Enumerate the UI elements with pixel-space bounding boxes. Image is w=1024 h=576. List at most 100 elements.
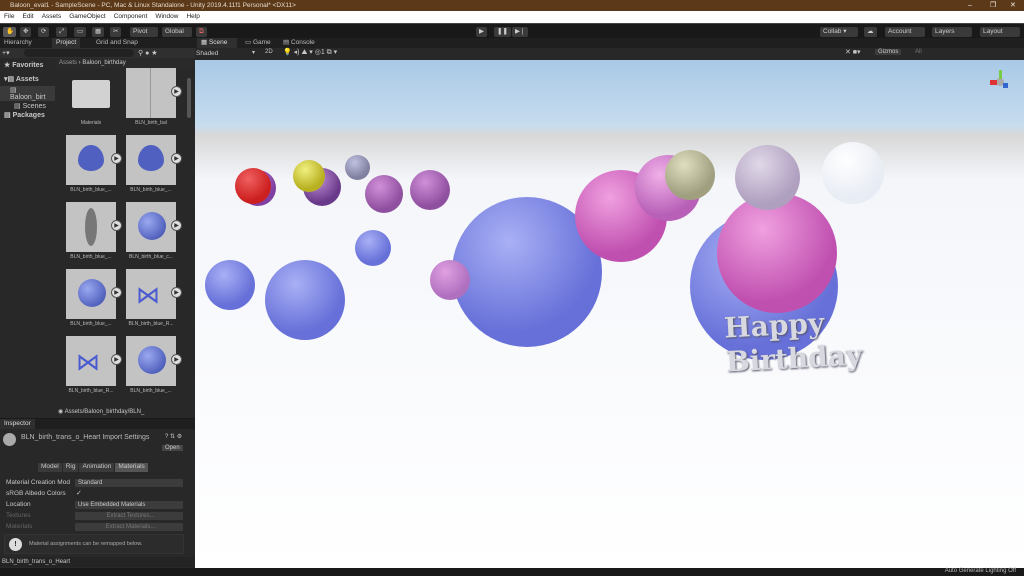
asset-thumbnail[interactable]: ▶ [126, 202, 182, 252]
menu-help[interactable]: Help [186, 13, 199, 20]
tree-scenes[interactable]: ▤ Scenes [0, 101, 55, 110]
play-preview-icon[interactable]: ▶ [171, 220, 182, 231]
tab-scene[interactable]: ▦ Scene [197, 38, 237, 48]
collab-button[interactable]: Collab ▾ [820, 27, 858, 37]
asset-thumbnail[interactable] [66, 68, 116, 118]
2d-toggle[interactable]: 2D [265, 49, 273, 55]
balloon[interactable] [345, 155, 370, 180]
menu-gameobject[interactable]: GameObject [69, 13, 106, 20]
search-input[interactable] [24, 49, 134, 57]
asset-thumbnail[interactable]: ▶ [126, 68, 182, 118]
tab-console[interactable]: ▤ Console [279, 38, 319, 48]
shading-dropdown[interactable]: Shaded [196, 49, 258, 58]
asset-label: BLN_birth_blue_... [70, 254, 112, 260]
balloon[interactable] [822, 142, 884, 204]
tab-game[interactable]: ▭ Game [241, 38, 275, 48]
scene-viewport[interactable]: Happy Birthday [195, 60, 1024, 568]
tab-project[interactable]: Project [52, 38, 81, 48]
play-preview-icon[interactable]: ▶ [171, 86, 182, 97]
srgb-checkbox[interactable]: ✓ [76, 489, 82, 497]
orientation-gizmo-icon[interactable] [990, 70, 1014, 100]
tools-icon[interactable]: ✕ ■▾ [845, 48, 861, 56]
scrollbar[interactable] [187, 78, 191, 118]
move-tool-icon[interactable]: ✥ [20, 27, 32, 37]
rect-tool-icon[interactable]: ▭ [74, 27, 87, 37]
material-creation-dropdown[interactable]: Standard [75, 479, 183, 487]
play-preview-icon[interactable]: ▶ [111, 153, 122, 164]
balloon[interactable] [235, 168, 271, 204]
asset-thumbnail[interactable]: ▶ [126, 135, 182, 185]
extract-textures-button[interactable]: Extract Textures... [75, 512, 183, 520]
hand-tool-icon[interactable]: ✋ [3, 27, 16, 37]
menu-file[interactable]: File [4, 13, 14, 20]
play-preview-icon[interactable]: ▶ [111, 220, 122, 231]
tab-inspector[interactable]: Inspector [0, 419, 35, 429]
tab-hierarchy[interactable]: Hierarchy [0, 38, 36, 48]
rotate-tool-icon[interactable]: ⟳ [38, 27, 50, 37]
pivot-button[interactable]: Pivot [130, 27, 158, 37]
asset-thumbnail[interactable]: ▶ [66, 135, 122, 185]
asset-thumbnail[interactable]: ▶ [126, 336, 182, 386]
transform-tool-icon[interactable]: ▦ [92, 27, 105, 37]
play-preview-icon[interactable]: ▶ [171, 354, 182, 365]
menu-window[interactable]: Window [155, 13, 178, 20]
add-icon[interactable]: +▾ [2, 49, 10, 57]
balloon[interactable] [665, 150, 715, 200]
layout-dropdown[interactable]: Layout [980, 27, 1020, 37]
tree-assets[interactable]: ▾▤ Assets [0, 72, 55, 86]
asset-thumbnail[interactable]: ⋈ ▶ [66, 336, 122, 386]
balloon[interactable] [410, 170, 450, 210]
balloon[interactable] [717, 193, 837, 313]
menu-edit[interactable]: Edit [22, 13, 33, 20]
play-preview-icon[interactable]: ▶ [171, 287, 182, 298]
asset-thumbnail[interactable]: ▶ [66, 202, 122, 252]
balloon[interactable] [293, 160, 325, 192]
account-dropdown[interactable]: Account [885, 27, 925, 37]
cloud-icon[interactable]: ☁ [864, 27, 877, 37]
gizmos-dropdown[interactable]: Gizmos [875, 49, 902, 55]
open-button[interactable]: Open [162, 445, 183, 451]
menu-assets[interactable]: Assets [42, 13, 62, 20]
close-button[interactable]: ✕ [1010, 0, 1016, 11]
play-preview-icon[interactable]: ▶ [111, 354, 122, 365]
chevron-down-icon: ▾ [252, 50, 256, 56]
balloon[interactable] [205, 260, 255, 310]
tab-model[interactable]: Model [38, 463, 62, 472]
snap-icon[interactable]: ⧉ [196, 27, 207, 37]
filter-icon[interactable]: ⚲ ● ★ [138, 49, 158, 57]
step-button[interactable]: ▶❘ [512, 27, 529, 37]
extract-materials-button[interactable]: Extract Materials... [75, 523, 183, 531]
layers-dropdown[interactable]: Layers [932, 27, 972, 37]
play-button[interactable]: ▶ [476, 27, 487, 37]
balloon[interactable] [365, 175, 403, 213]
tree-baloon[interactable]: ▤ Baloon_birt [0, 86, 55, 101]
tab-animation[interactable]: Animation [79, 463, 115, 472]
balloon[interactable] [265, 260, 345, 340]
location-dropdown[interactable]: Use Embedded Materials [75, 501, 183, 509]
tree-packages[interactable]: ▤ Packages [0, 110, 55, 120]
tab-grid-and-snap[interactable]: Grid and Snap [92, 38, 142, 48]
tab-rig[interactable]: Rig [62, 463, 79, 472]
project-panel: Hierarchy Project Grid and Snap +▾ ⚲ ● ★… [0, 38, 195, 418]
menu-component[interactable]: Component [114, 13, 148, 20]
scale-tool-icon[interactable]: ⤢ [56, 27, 68, 37]
custom-tool-icon[interactable]: ✂ [110, 27, 122, 37]
tab-materials[interactable]: Materials [115, 463, 148, 472]
scene-search[interactable]: All [915, 49, 922, 55]
lighting-icon[interactable]: 💡 ◂) ⛰ ▾ ◎1 ⧉ ▾ [283, 48, 337, 57]
global-button[interactable]: Global [162, 27, 192, 37]
play-preview-icon[interactable]: ▶ [171, 153, 182, 164]
asset-thumbnail[interactable]: ⋈ ▶ [126, 269, 182, 319]
breadcrumb-assets[interactable]: Assets [59, 60, 77, 66]
tree-favorites[interactable]: ★ Favorites [0, 58, 55, 72]
play-preview-icon[interactable]: ▶ [111, 287, 122, 298]
balloon[interactable] [430, 260, 470, 300]
minimize-button[interactable]: – [968, 0, 972, 11]
pause-button[interactable]: ❚❚ [494, 27, 511, 37]
settings-icon[interactable]: ? ⇅ ⚙ [165, 433, 182, 440]
asset-thumbnail[interactable]: ▶ [66, 269, 122, 319]
maximize-button[interactable]: ❐ [990, 0, 996, 11]
balloon[interactable] [355, 230, 391, 266]
balloon[interactable] [735, 145, 800, 210]
breadcrumb-baloon[interactable]: Baloon_birthday [82, 60, 125, 66]
